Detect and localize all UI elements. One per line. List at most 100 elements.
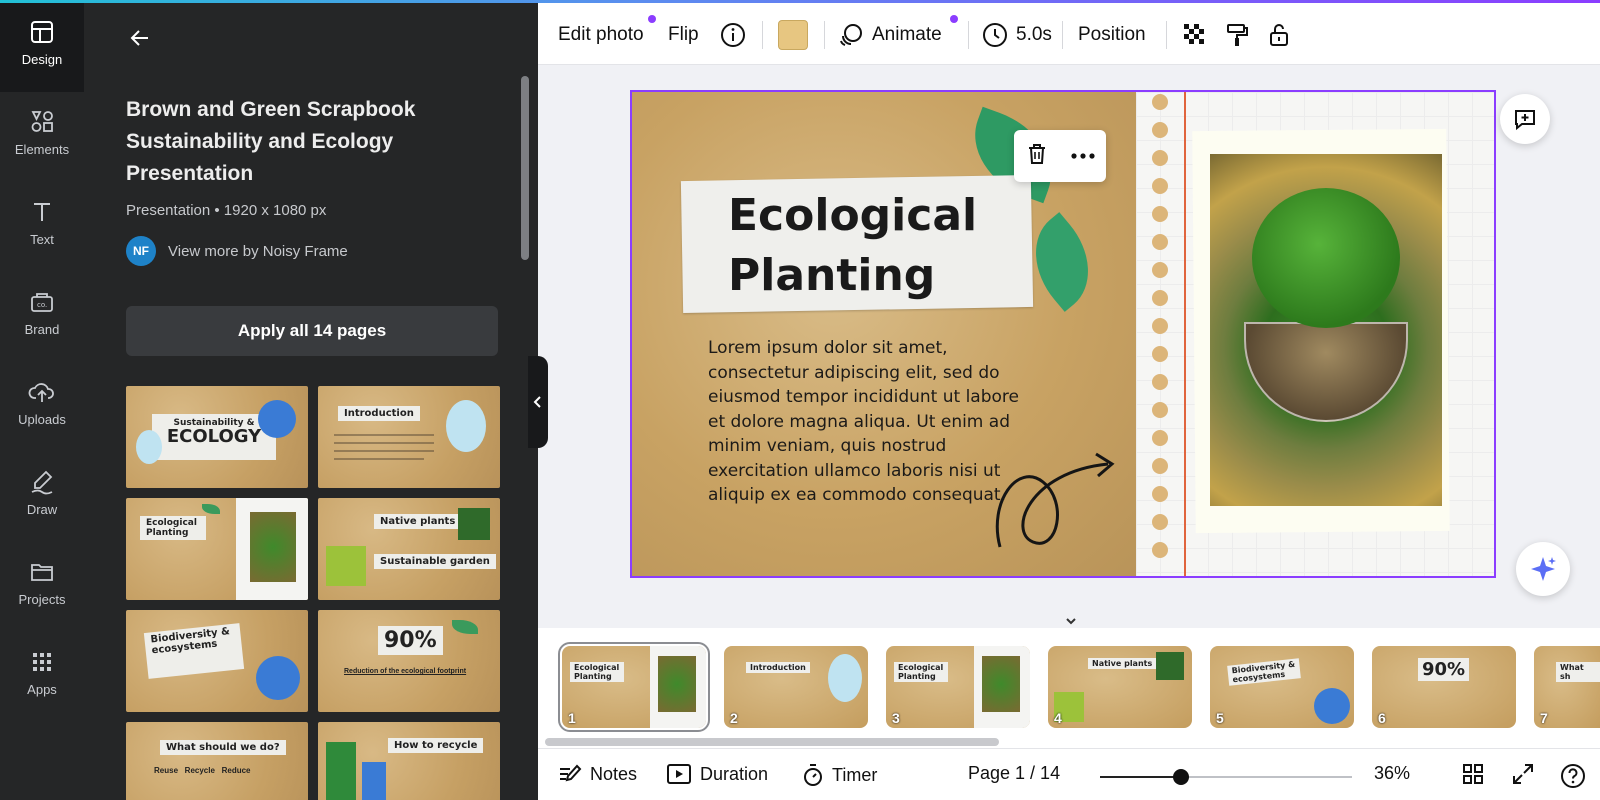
rail-item-text[interactable]: Text <box>0 180 84 264</box>
svg-text:co.: co. <box>37 301 47 309</box>
slide-title[interactable]: Ecological Planting <box>728 186 1018 306</box>
position-button[interactable]: Position <box>1078 15 1146 55</box>
rail-item-elements[interactable]: Elements <box>0 90 84 174</box>
page-thumb-4[interactable]: Native plants 4 <box>1048 646 1192 728</box>
shapes-icon <box>31 110 53 132</box>
zoom-slider-fill <box>1100 776 1182 778</box>
new-feature-dot <box>950 15 958 23</box>
duration-panel-button[interactable]: Duration <box>666 763 768 785</box>
page-thumb-1[interactable]: Ecological Planting 1 <box>558 642 710 732</box>
rail-item-brand[interactable]: co. Brand <box>0 270 84 354</box>
lock-button[interactable] <box>1266 15 1292 55</box>
help-button[interactable] <box>1560 763 1586 789</box>
page-thumb-title: 90% <box>1418 658 1470 681</box>
template-thumb-7[interactable]: What should we do? Reuse Recycle Reduce <box>126 722 308 800</box>
tree-photo-crown <box>1252 188 1400 328</box>
template-thumb-8[interactable]: How to recycle <box>318 722 500 800</box>
page-number: 4 <box>1054 710 1062 726</box>
slide-title-line2: Planting <box>728 250 936 301</box>
filmstrip-scrollbar[interactable] <box>545 738 999 746</box>
delete-button[interactable] <box>1025 142 1049 171</box>
duration-button[interactable]: 5.0s <box>982 15 1052 55</box>
template-thumb-4[interactable]: Native plants Sustainable garden <box>318 498 500 600</box>
rail-item-label: Text <box>30 231 54 247</box>
template-title: Brown and Green Scrapbook Sustainability… <box>126 98 416 185</box>
more-options-button[interactable] <box>1070 147 1096 165</box>
thumb-heading: Native plants <box>374 514 462 529</box>
rail-item-apps[interactable]: Apps <box>0 630 84 714</box>
edit-photo-button[interactable]: Edit photo <box>558 15 644 55</box>
page-number: 5 <box>1216 710 1224 726</box>
element-floating-toolbar <box>1014 130 1106 182</box>
timer-button[interactable]: Timer <box>802 763 877 787</box>
page-thumb-2[interactable]: Introduction 2 <box>724 646 868 728</box>
page-thumb-title: Ecological Planting <box>570 662 624 682</box>
rail-item-label: Apps <box>27 681 57 697</box>
grid-view-button[interactable] <box>1462 763 1484 785</box>
left-rail: Design Elements Text co. Brand Uploads D… <box>0 0 84 800</box>
position-label: Position <box>1078 24 1146 45</box>
zoom-slider-handle[interactable] <box>1173 769 1189 785</box>
back-button[interactable] <box>124 22 156 54</box>
rail-item-projects[interactable]: Projects <box>0 540 84 624</box>
flip-button[interactable]: Flip <box>668 15 699 55</box>
template-thumb-2[interactable]: Introduction <box>318 386 500 488</box>
thumb-sub: Sustainable garden <box>374 554 496 569</box>
recycle-bin-icon <box>362 762 386 800</box>
zoom-percentage[interactable]: 36% <box>1374 763 1410 784</box>
template-thumb-6[interactable]: 90% Reduction of the ecological footprin… <box>318 610 500 712</box>
play-box-icon <box>667 764 691 784</box>
info-button[interactable] <box>720 15 746 55</box>
copy-style-button[interactable] <box>1224 15 1250 55</box>
leaves-photo <box>326 546 366 586</box>
lightbulb-icon <box>136 430 162 464</box>
color-swatch-button[interactable] <box>778 15 808 55</box>
thumb-heading: How to recycle <box>388 738 484 753</box>
panel-scrollbar[interactable] <box>521 76 529 260</box>
rail-item-draw[interactable]: Draw <box>0 450 84 534</box>
leaves-photo <box>458 508 490 540</box>
folder-icon <box>31 563 53 581</box>
more-horizontal-icon <box>1070 153 1095 159</box>
animate-button[interactable]: Animate <box>838 15 942 55</box>
notes-button[interactable]: Notes <box>558 763 637 785</box>
curly-arrow-icon <box>995 452 1115 548</box>
collapse-panel-button[interactable] <box>528 356 548 448</box>
page-thumb-5[interactable]: Biodiversity & ecosystems 5 <box>1210 646 1354 728</box>
help-icon <box>1561 764 1585 788</box>
template-thumb-1[interactable]: Sustainability & ECOLOGY <box>126 386 308 488</box>
collapse-pages-button[interactable] <box>1026 614 1116 628</box>
tree-photo <box>250 512 296 582</box>
flip-label: Flip <box>668 24 699 45</box>
author-link-label: View more by Noisy Frame <box>168 242 348 260</box>
transparency-button[interactable] <box>1182 15 1208 55</box>
author-link[interactable]: NF View more by Noisy Frame <box>126 236 348 266</box>
rail-item-label: Design <box>21 51 63 67</box>
page-indicator[interactable]: Page 1 / 14 <box>968 763 1060 784</box>
magic-assistant-button[interactable] <box>1516 542 1570 596</box>
layout-icon <box>31 20 53 43</box>
notes-label: Notes <box>590 763 638 784</box>
avatar: NF <box>126 236 156 266</box>
rail-item-uploads[interactable]: Uploads <box>0 360 84 444</box>
rail-item-design[interactable]: Design <box>0 0 84 84</box>
comment-add-icon <box>1515 110 1535 131</box>
page-thumb-title: What sh <box>1556 662 1600 682</box>
page-thumb-6[interactable]: 90% 6 <box>1372 646 1516 728</box>
sparkle-icon <box>1531 557 1556 581</box>
page-number: 2 <box>730 710 738 726</box>
page-thumb-3[interactable]: Ecological Planting 3 <box>886 646 1030 728</box>
page-indicator-label: Page 1 / 14 <box>968 763 1061 783</box>
add-comment-button[interactable] <box>1500 94 1550 144</box>
rail-item-label: Brand <box>24 321 60 337</box>
thumb-heading: Ecological Planting <box>140 516 206 540</box>
template-thumb-3[interactable]: Ecological Planting <box>126 498 308 600</box>
fullscreen-button[interactable] <box>1512 763 1534 785</box>
rail-item-label: Projects <box>18 591 66 607</box>
template-thumb-5[interactable]: Biodiversity & ecosystems <box>126 610 308 712</box>
top-accent-line <box>0 0 1600 3</box>
trash-icon <box>1028 143 1045 164</box>
page-thumb-7[interactable]: What sh 7 <box>1534 646 1600 728</box>
rail-item-label: Uploads <box>18 411 66 427</box>
apply-all-pages-button[interactable]: Apply all 14 pages <box>126 306 498 356</box>
